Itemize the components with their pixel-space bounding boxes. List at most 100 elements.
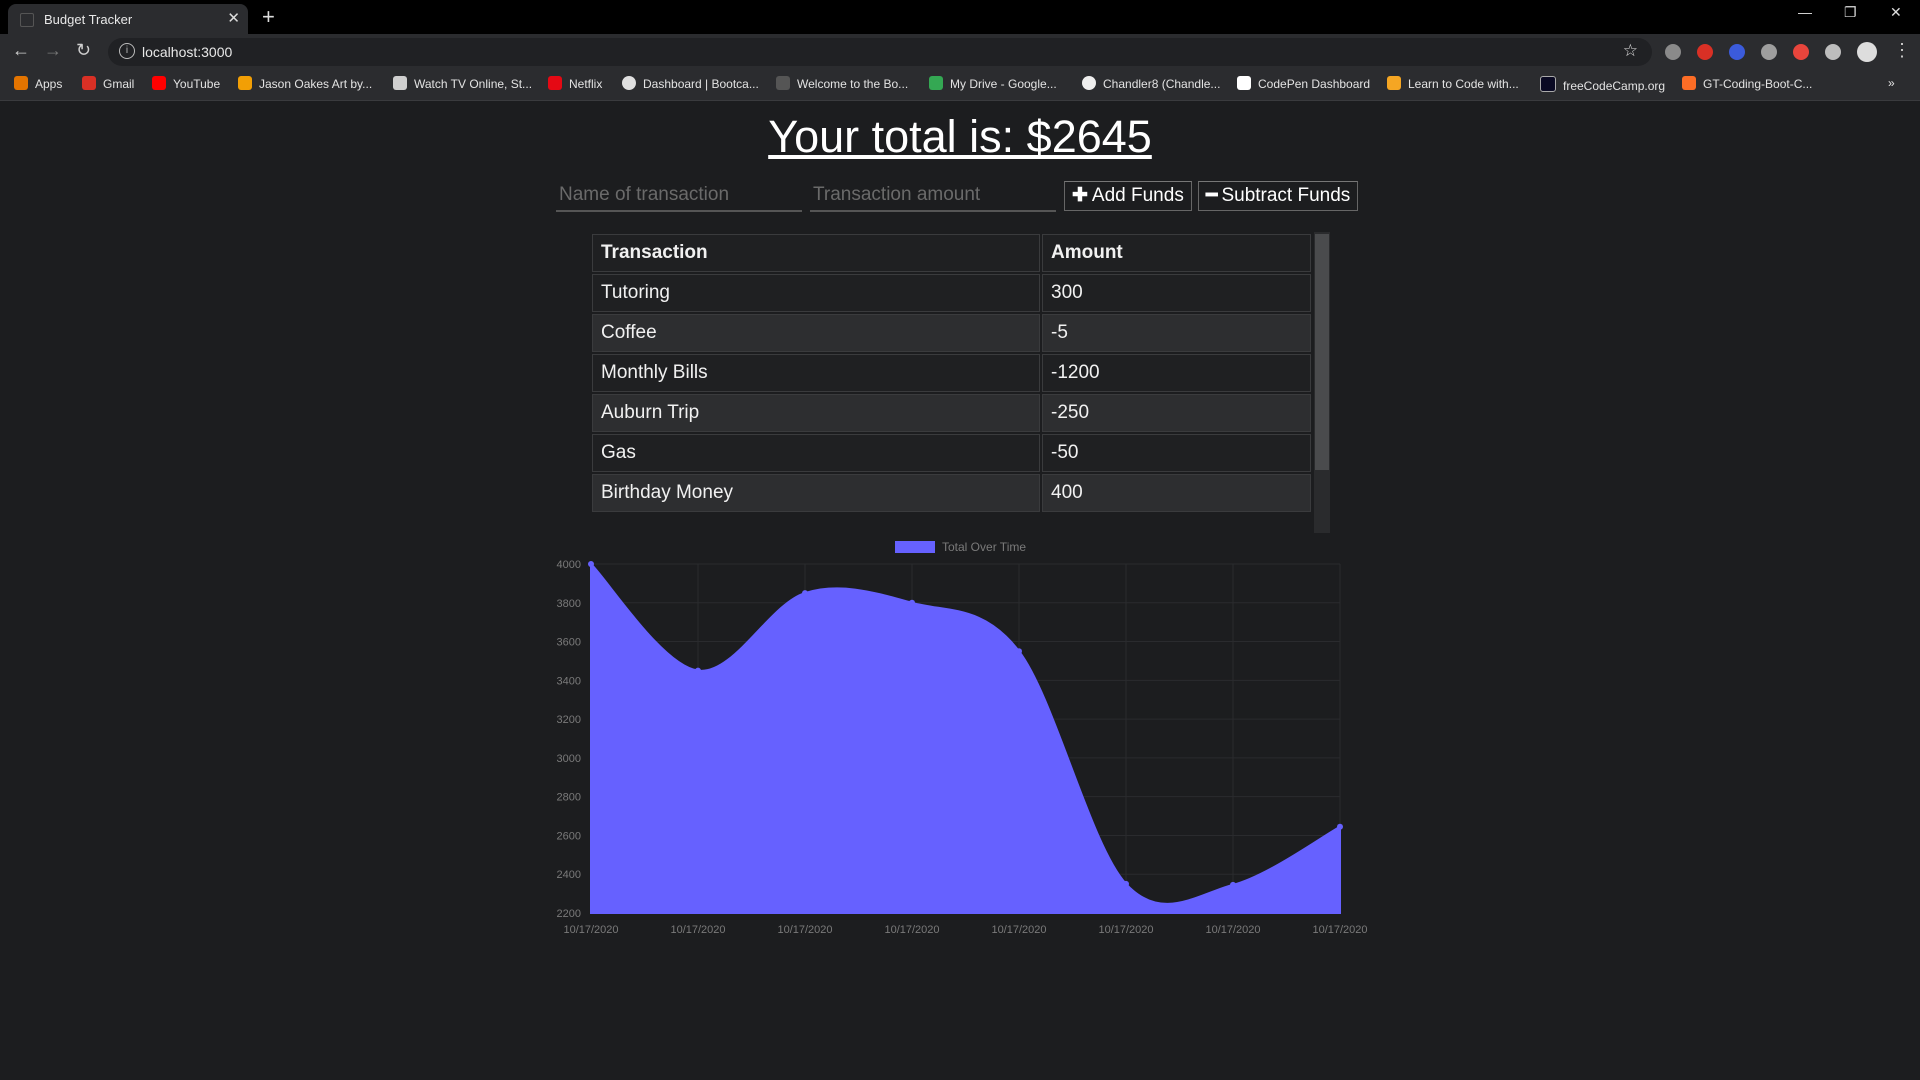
transaction-cell: Birthday Money — [592, 474, 1040, 512]
url-text: localhost:3000 — [142, 44, 233, 60]
info-icon[interactable]: i — [119, 43, 135, 59]
amount-cell: -250 — [1042, 394, 1311, 432]
bookmark-google-drive[interactable]: My Drive - Google... — [929, 76, 1057, 91]
transaction-cell: Monthly Bills — [592, 354, 1040, 392]
bookmark-watch-tv[interactable]: Watch TV Online, St... — [393, 76, 532, 91]
bookmarks-bar: Apps Gmail YouTube Jason Oakes Art by...… — [0, 70, 1920, 101]
subtract-funds-button[interactable]: ━ Subtract Funds — [1198, 181, 1359, 211]
extension-icon[interactable] — [1665, 44, 1681, 60]
back-icon[interactable]: ← — [12, 40, 30, 61]
amount-cell: -50 — [1042, 434, 1311, 472]
bookmark-jason-oakes[interactable]: Jason Oakes Art by... — [238, 76, 372, 91]
x-tick-label: 10/17/2020 — [1205, 924, 1260, 933]
bookmark-freecodecamp[interactable]: freeCodeCamp.org — [1540, 76, 1665, 93]
data-point — [695, 667, 701, 674]
browser-tab[interactable]: Budget Tracker ✕ — [8, 4, 248, 34]
y-tick-label: 2400 — [557, 869, 581, 881]
forward-icon[interactable]: → — [44, 40, 62, 61]
y-tick-label: 3600 — [557, 637, 581, 649]
extension-icon[interactable] — [1729, 44, 1745, 60]
bookmark-gt-coding[interactable]: GT-Coding-Boot-C... — [1682, 76, 1812, 91]
table-row: Auburn Trip -250 — [592, 394, 1311, 432]
bookmark-welcome[interactable]: Welcome to the Bo... — [776, 76, 908, 91]
amount-cell: -1200 — [1042, 354, 1311, 392]
bookmark-netflix[interactable]: Netflix — [548, 76, 602, 91]
bookmark-dashboard[interactable]: Dashboard | Bootca... — [622, 76, 759, 91]
data-point — [802, 590, 808, 597]
y-tick-label: 2200 — [557, 908, 581, 920]
x-tick-label: 10/17/2020 — [777, 924, 832, 933]
bookmark-codepen[interactable]: CodePen Dashboard — [1237, 76, 1370, 91]
x-tick-label: 10/17/2020 — [884, 924, 939, 933]
y-tick-label: 3200 — [557, 714, 581, 726]
close-window-icon[interactable]: ✕ — [1890, 4, 1902, 21]
table-row: Monthly Bills -1200 — [592, 354, 1311, 392]
tab-title: Budget Tracker — [44, 12, 133, 27]
y-tick-label: 2800 — [557, 792, 581, 804]
bookmark-star-icon[interactable]: ☆ — [1623, 41, 1638, 61]
transaction-name-input[interactable] — [556, 180, 802, 212]
table-row: Birthday Money 400 — [592, 474, 1311, 512]
address-bar[interactable]: i localhost:3000 ☆ — [108, 38, 1652, 66]
plus-icon: ✚ — [1072, 185, 1088, 206]
extension-icon[interactable] — [1761, 44, 1777, 60]
data-point — [909, 599, 915, 606]
tab-strip: Budget Tracker ✕ + — ❐ ✕ — [0, 0, 1920, 34]
data-point — [1337, 823, 1343, 830]
table-row: Coffee -5 — [592, 314, 1311, 352]
bookmark-learn-to-code[interactable]: Learn to Code with... — [1387, 76, 1519, 91]
x-tick-label: 10/17/2020 — [1312, 924, 1367, 933]
y-tick-label: 4000 — [557, 559, 581, 571]
data-point — [1016, 648, 1022, 655]
minus-icon: ━ — [1206, 185, 1218, 206]
transactions-table: Transaction Amount Tutoring 300 Coffee -5 … — [590, 232, 1313, 514]
table-row: Tutoring 300 — [592, 274, 1311, 312]
y-tick-label: 3800 — [557, 598, 581, 610]
amount-cell: -5 — [1042, 314, 1311, 352]
bookmark-apps[interactable]: Apps — [14, 76, 62, 91]
y-tick-label: 3400 — [557, 675, 581, 687]
data-point — [588, 561, 594, 567]
total-over-time-chart: 4000 3800 3600 3400 3200 3000 2800 2600 2400 2200… — [557, 540, 1368, 933]
bookmark-github[interactable]: Chandler8 (Chandle... — [1082, 76, 1220, 91]
puzzle-icon[interactable] — [1825, 44, 1841, 60]
legend-label: Total Over Time — [942, 540, 1026, 554]
restore-icon[interactable]: ❐ — [1844, 4, 1857, 21]
transactions-table-container[interactable]: Transaction Amount Tutoring 300 Coffee -5 … — [590, 232, 1330, 533]
bookmark-youtube[interactable]: YouTube — [152, 76, 220, 91]
new-tab-icon[interactable]: + — [262, 4, 275, 30]
legend-swatch — [895, 541, 935, 553]
extension-icon[interactable] — [1697, 44, 1713, 60]
data-point — [1230, 881, 1236, 888]
transaction-amount-input[interactable] — [810, 180, 1056, 212]
y-tick-label: 3000 — [557, 753, 581, 765]
x-tick-label: 10/17/2020 — [991, 924, 1046, 933]
bookmark-gmail[interactable]: Gmail — [82, 76, 134, 91]
series-area — [590, 561, 1341, 914]
table-row: Gas -50 — [592, 434, 1311, 472]
page-content: Your total is: $2645 ✚Add Funds ━Subtrac… — [0, 101, 1920, 1080]
minimize-icon[interactable]: — — [1798, 4, 1812, 20]
data-point — [1123, 880, 1129, 887]
table-scrollbar-thumb[interactable] — [1315, 234, 1329, 470]
avatar[interactable] — [1857, 42, 1877, 62]
transaction-cell: Auburn Trip — [592, 394, 1040, 432]
header-amount: Amount — [1042, 234, 1311, 272]
total-heading: Your total is: $2645 — [768, 111, 1152, 162]
menu-icon[interactable]: ⋮ — [1893, 40, 1911, 61]
transaction-cell: Tutoring — [592, 274, 1040, 312]
transaction-cell: Gas — [592, 434, 1040, 472]
header-transaction: Transaction — [592, 234, 1040, 272]
y-tick-label: 2600 — [557, 830, 581, 842]
x-tick-label: 10/17/2020 — [563, 924, 618, 933]
transaction-cell: Coffee — [592, 314, 1040, 352]
reload-icon[interactable]: ↻ — [76, 40, 91, 61]
amount-cell: 400 — [1042, 474, 1311, 512]
add-funds-button[interactable]: ✚ Add Funds — [1064, 181, 1192, 211]
more-bookmarks-icon[interactable]: » — [1888, 76, 1895, 90]
close-tab-icon[interactable]: ✕ — [227, 9, 240, 27]
extension-icon[interactable] — [1793, 44, 1809, 60]
x-tick-label: 10/17/2020 — [1098, 924, 1153, 933]
x-tick-label: 10/17/2020 — [670, 924, 725, 933]
browser-toolbar: ← → ↻ i localhost:3000 ☆ ⋮ — [0, 34, 1920, 70]
